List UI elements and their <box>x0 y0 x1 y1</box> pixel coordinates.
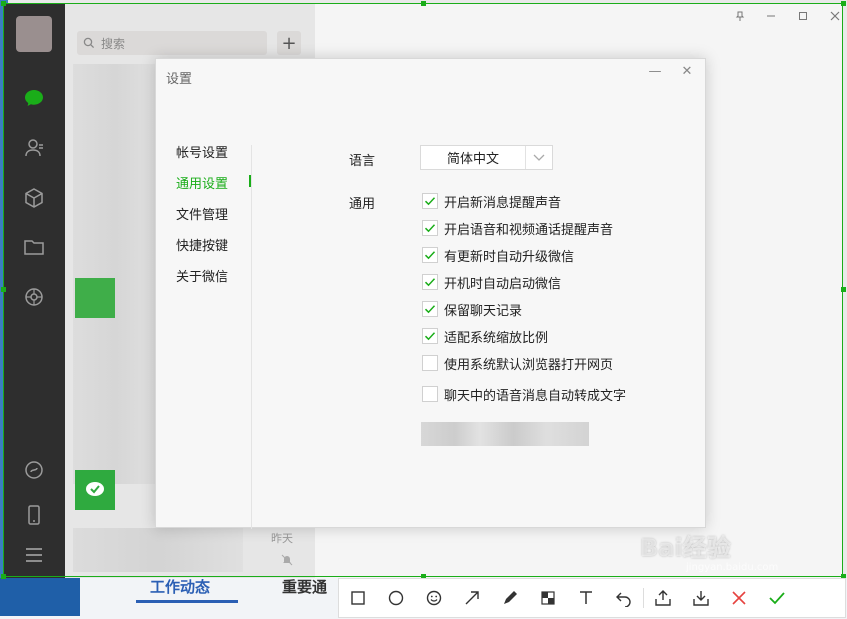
pin-to-screen-icon[interactable] <box>644 579 682 617</box>
add-chat-button[interactable]: + <box>277 31 301 55</box>
search-input[interactable]: 搜索 <box>77 31 267 55</box>
option-default-browser[interactable]: 使用系统默认浏览器打开网页 <box>422 354 614 373</box>
resize-handle[interactable] <box>1 287 6 292</box>
check-icon <box>424 278 436 287</box>
checkbox[interactable] <box>422 328 438 344</box>
save-icon[interactable] <box>682 579 720 617</box>
checkbox[interactable] <box>422 301 438 317</box>
pin-window-icon[interactable] <box>732 10 748 24</box>
dialog-close-button[interactable]: ✕ <box>679 64 695 79</box>
close-window-icon[interactable] <box>827 10 843 24</box>
language-select[interactable]: 简体中文 <box>420 145 553 170</box>
option-voice-to-text[interactable]: 聊天中的语音消息自动转成文字 <box>422 385 627 404</box>
resize-handle[interactable] <box>841 287 846 292</box>
mosaic-icon[interactable] <box>529 579 567 617</box>
arrow-icon[interactable] <box>453 579 491 617</box>
cancel-icon[interactable] <box>720 579 758 617</box>
settings-dialog: 设置 — ✕ 帐号设置 通用设置 文件管理 快捷按键 关于微信 语言 简体中文 … <box>155 58 706 529</box>
chat-avatar <box>75 278 115 318</box>
check-icon <box>424 332 436 341</box>
resize-handle[interactable] <box>841 1 846 6</box>
maximize-window-icon[interactable] <box>795 10 811 24</box>
option-label: 开机时自动启动微信 <box>444 276 562 292</box>
minimize-window-icon[interactable] <box>763 10 779 24</box>
blurred-chat-preview <box>73 528 243 572</box>
search-placeholder: 搜索 <box>101 36 126 51</box>
menu-account-settings[interactable]: 帐号设置 <box>176 142 228 161</box>
menu-general-settings[interactable]: 通用设置 <box>176 173 228 192</box>
menu-file-management[interactable]: 文件管理 <box>176 204 228 223</box>
chat-time: 昨天 <box>271 532 293 545</box>
menu-shortcut-keys[interactable]: 快捷按键 <box>176 235 228 254</box>
resize-handle[interactable] <box>1 1 6 6</box>
avatar[interactable] <box>16 16 52 52</box>
option-new-message-sound[interactable]: 开启新消息提醒声音 <box>422 192 562 211</box>
checkbox[interactable] <box>422 193 438 209</box>
option-label: 使用系统默认浏览器打开网页 <box>444 357 614 373</box>
checkbox[interactable] <box>422 274 438 290</box>
chevron-down-icon[interactable] <box>525 146 552 169</box>
dialog-title: 设置 <box>166 72 193 87</box>
check-icon <box>424 251 436 260</box>
undo-icon[interactable] <box>605 579 643 617</box>
moments-icon[interactable] <box>23 286 45 308</box>
check-icon <box>424 197 436 206</box>
language-label: 语言 <box>349 154 376 169</box>
checkbox[interactable] <box>422 355 438 371</box>
option-auto-update[interactable]: 有更新时自动升级微信 <box>422 246 575 265</box>
pen-icon[interactable] <box>491 579 529 617</box>
option-label: 保留聊天记录 <box>444 303 523 319</box>
resize-handle[interactable] <box>421 1 426 6</box>
list-item[interactable]: 昨天 <box>65 522 315 586</box>
option-auto-start[interactable]: 开机时自动启动微信 <box>422 273 562 292</box>
option-label: 有更新时自动升级微信 <box>444 249 575 265</box>
resize-handle[interactable] <box>1 574 6 579</box>
option-system-scaling[interactable]: 适配系统缩放比例 <box>422 327 549 346</box>
option-keep-history[interactable]: 保留聊天记录 <box>422 300 523 319</box>
option-label: 聊天中的语音消息自动转成文字 <box>444 388 627 404</box>
checkbox[interactable] <box>422 247 438 263</box>
menu-icon[interactable] <box>23 544 45 566</box>
contacts-icon[interactable] <box>23 137 45 159</box>
check-icon <box>424 224 436 233</box>
option-label: 开启语音和视频通话提醒声音 <box>444 222 614 238</box>
option-call-sound[interactable]: 开启语音和视频通话提醒声音 <box>422 219 614 238</box>
chat-icon[interactable] <box>23 87 45 109</box>
emoji-icon[interactable] <box>415 579 453 617</box>
general-label: 通用 <box>349 197 376 212</box>
option-label: 开启新消息提醒声音 <box>444 195 562 211</box>
menu-about-wechat[interactable]: 关于微信 <box>176 266 228 285</box>
folder-icon[interactable] <box>23 236 45 258</box>
text-icon[interactable] <box>567 579 605 617</box>
checkbox[interactable] <box>422 220 438 236</box>
check-icon <box>424 305 436 314</box>
dialog-minimize-button[interactable]: — <box>647 64 663 79</box>
mute-bell-icon <box>281 554 293 566</box>
wechat-pay-icon <box>86 482 104 496</box>
mini-program-icon[interactable] <box>23 459 45 481</box>
rectangle-icon[interactable] <box>339 579 377 617</box>
checkbox[interactable] <box>422 386 438 402</box>
background-link-underline <box>136 600 238 603</box>
collection-icon[interactable] <box>23 187 45 209</box>
search-icon <box>83 37 95 49</box>
capture-toolbar <box>338 578 846 618</box>
language-select-value: 简体中文 <box>446 152 499 167</box>
option-label: 适配系统缩放比例 <box>444 330 549 346</box>
confirm-icon[interactable] <box>758 579 796 617</box>
wechat-sidebar <box>4 4 65 578</box>
chat-avatar <box>75 470 115 510</box>
circle-icon[interactable] <box>377 579 415 617</box>
blurred-storage-path <box>421 422 589 446</box>
menu-divider <box>251 145 252 529</box>
phone-icon[interactable] <box>23 504 45 526</box>
